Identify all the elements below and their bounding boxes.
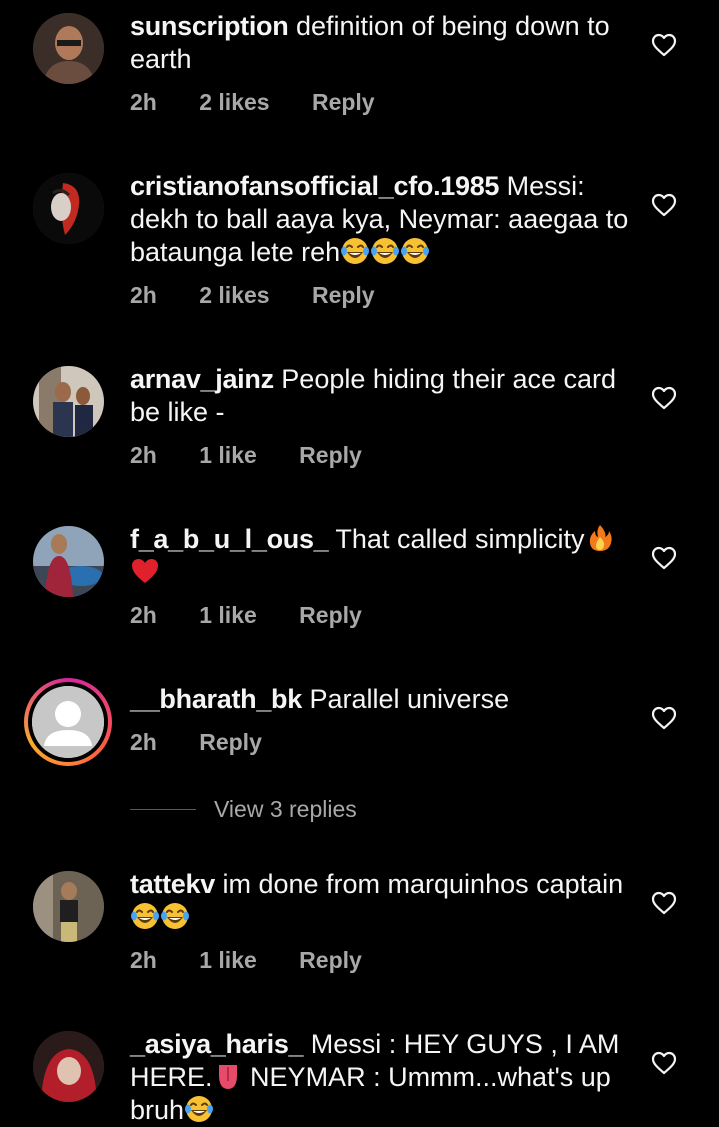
reply-button[interactable]: Reply — [312, 89, 375, 115]
username[interactable]: cristianofansofficial_cfo.1985 — [130, 171, 499, 201]
avatar[interactable] — [33, 173, 104, 244]
comment-meta: 2h 1 like Reply — [130, 602, 398, 629]
avatar[interactable] — [33, 526, 104, 597]
comment-text: __bharath_bk Parallel universe — [130, 683, 630, 716]
red-heart-emoji — [132, 559, 158, 583]
avatar[interactable] — [33, 871, 104, 942]
profile-photo — [33, 366, 104, 437]
tears-of-joy-emoji — [160, 901, 190, 931]
timestamp: 2h — [130, 89, 157, 115]
heart-outline-icon[interactable] — [651, 891, 677, 915]
heart-outline-icon[interactable] — [651, 546, 677, 570]
heart-outline-icon[interactable] — [651, 386, 677, 410]
username[interactable]: arnav_jainz — [130, 364, 274, 394]
reply-button[interactable]: Reply — [299, 602, 362, 628]
username[interactable]: sunscription — [130, 11, 289, 41]
view-replies-label: View 3 replies — [214, 796, 357, 822]
timestamp: 2h — [130, 282, 157, 308]
reply-button[interactable]: Reply — [312, 282, 375, 308]
like-count[interactable]: 1 like — [199, 602, 257, 628]
reply-button[interactable]: Reply — [199, 729, 262, 755]
comment-text: sunscription definition of being down to… — [130, 10, 630, 76]
story-ring-avatar[interactable] — [24, 678, 112, 766]
timestamp: 2h — [130, 947, 157, 973]
comment-text: arnav_jainz People hiding their ace card… — [130, 363, 630, 429]
timestamp: 2h — [130, 602, 157, 628]
username[interactable]: __bharath_bk — [130, 684, 302, 714]
comment-body: That called simplicity — [335, 524, 585, 554]
heart-outline-icon[interactable] — [651, 33, 677, 57]
heart-outline-icon[interactable] — [651, 1051, 677, 1075]
profile-photo — [33, 526, 104, 597]
comment-meta: 2h 1 like Reply — [130, 947, 398, 974]
like-count[interactable]: 1 like — [199, 442, 257, 468]
comment-item: sunscription definition of being down to… — [0, 0, 719, 160]
username[interactable]: _asiya_haris_ — [130, 1029, 304, 1059]
profile-photo — [33, 1031, 104, 1102]
profile-photo — [33, 13, 104, 84]
fire-emoji — [589, 525, 612, 551]
tongue-emoji — [218, 1065, 237, 1089]
heart-outline-icon[interactable] — [651, 706, 677, 730]
tears-of-joy-emoji — [400, 236, 430, 266]
tears-of-joy-emoji — [340, 236, 370, 266]
avatar[interactable] — [33, 366, 104, 437]
comment-meta: 2h 1 like Reply — [130, 442, 398, 469]
view-replies-button[interactable]: View 3 replies — [130, 796, 430, 826]
default-avatar-icon — [32, 686, 104, 758]
profile-photo — [33, 871, 104, 942]
reply-button[interactable]: Reply — [299, 947, 362, 973]
timestamp: 2h — [130, 729, 157, 755]
like-count[interactable]: 2 likes — [199, 89, 269, 115]
tears-of-joy-emoji — [370, 236, 400, 266]
username[interactable]: tattekv — [130, 869, 215, 899]
profile-photo — [33, 173, 104, 244]
comment-body: im done from marquinhos captain — [222, 869, 624, 899]
comment-text: _asiya_haris_ Messi : HEY GUYS , I AM HE… — [130, 1028, 630, 1127]
comment-body: Parallel universe — [309, 684, 510, 714]
comment-meta: 2h 2 likes Reply — [130, 89, 411, 116]
heart-outline-icon[interactable] — [651, 193, 677, 217]
like-count[interactable]: 1 like — [199, 947, 257, 973]
like-count[interactable]: 2 likes — [199, 282, 269, 308]
username[interactable]: f_a_b_u_l_ous_ — [130, 524, 329, 554]
tears-of-joy-emoji — [184, 1094, 214, 1124]
reply-button[interactable]: Reply — [299, 442, 362, 468]
comment-text: f_a_b_u_l_ous_ That called simplicity — [130, 523, 630, 589]
comment-text: tattekv im done from marquinhos captain — [130, 868, 630, 934]
tears-of-joy-emoji — [130, 901, 160, 931]
timestamp: 2h — [130, 442, 157, 468]
comment-text: cristianofansofficial_cfo.1985 Messi: de… — [130, 170, 630, 269]
comment-meta: 2h 2 likes Reply — [130, 282, 411, 309]
avatar[interactable] — [33, 1031, 104, 1102]
divider — [130, 809, 196, 810]
comment-meta: 2h Reply — [130, 729, 298, 756]
avatar[interactable] — [33, 13, 104, 84]
